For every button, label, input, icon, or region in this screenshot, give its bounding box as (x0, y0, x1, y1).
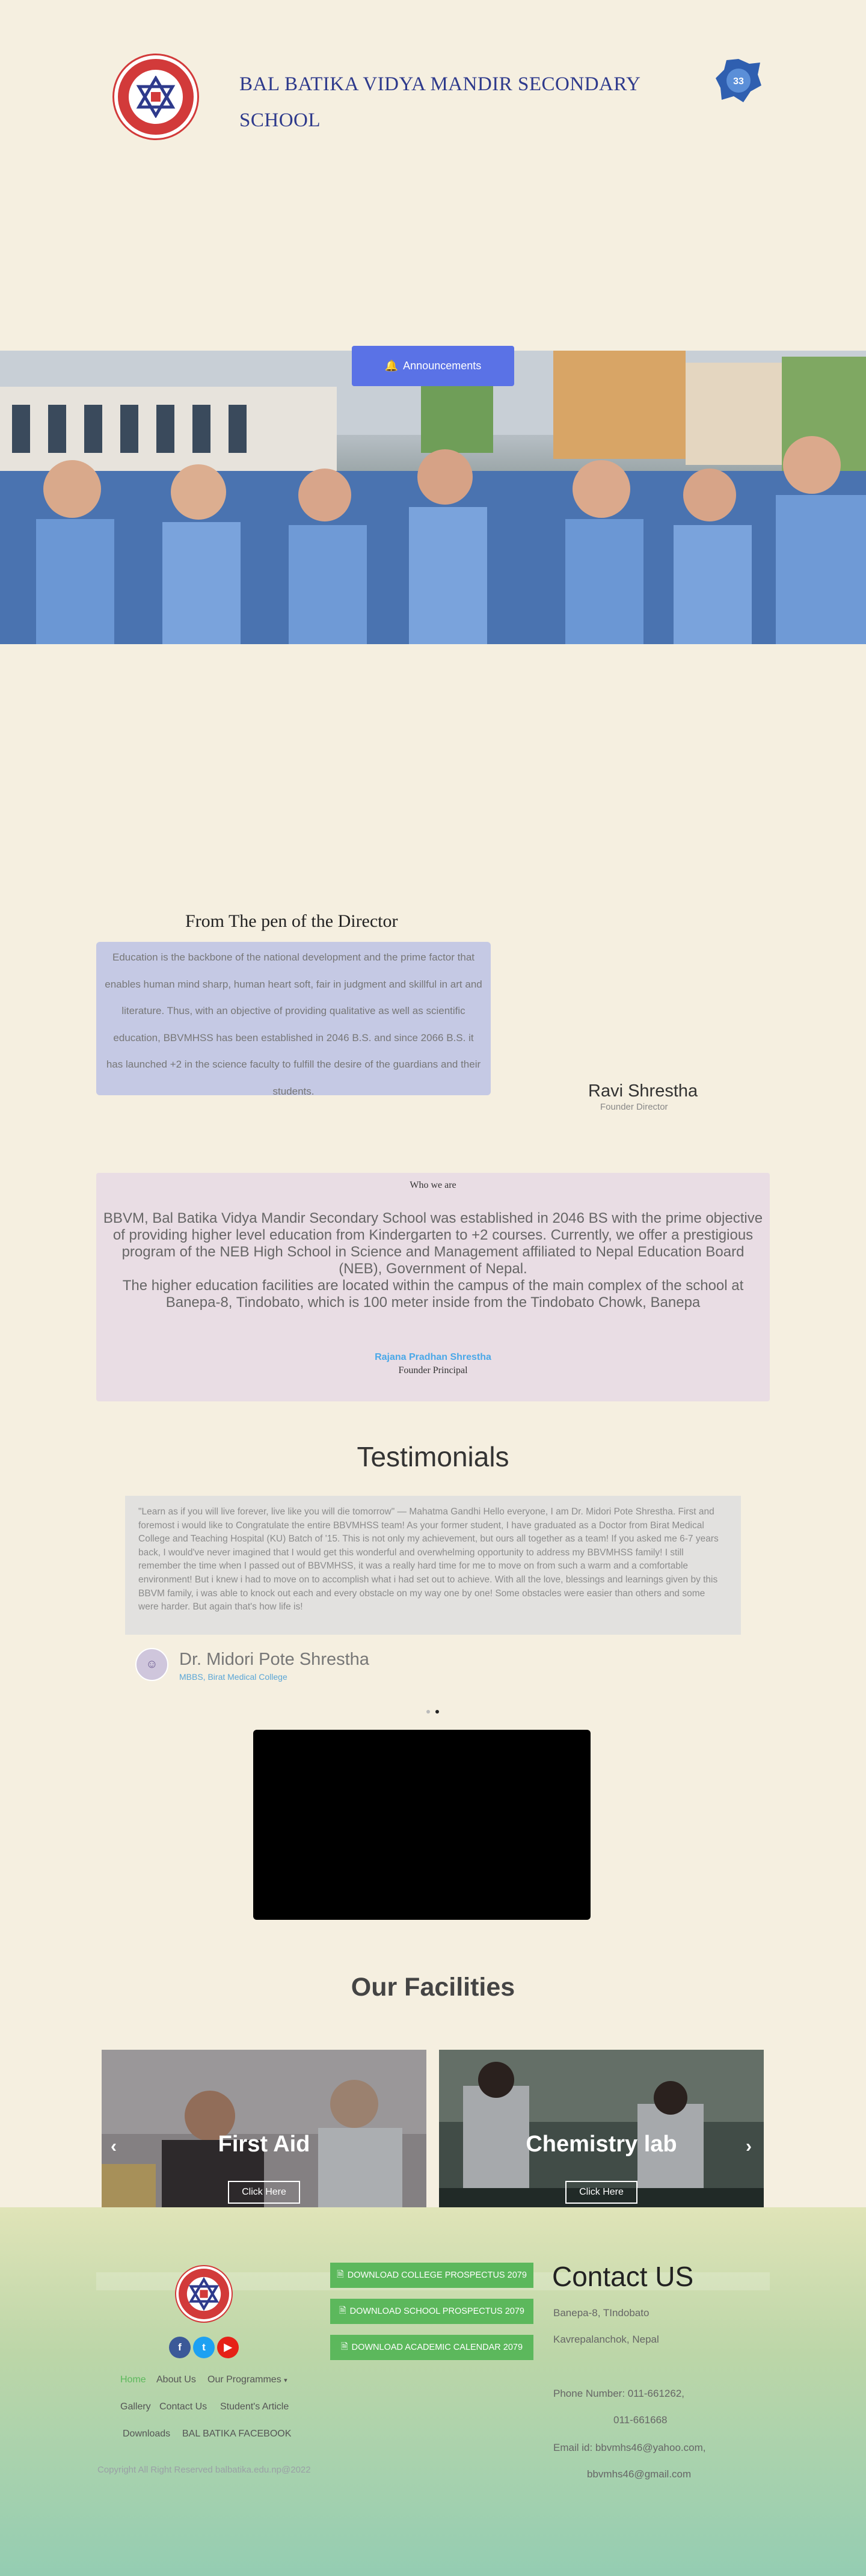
testimonial-quote: "Learn as if you will live forever, live… (138, 1507, 719, 1612)
download-label: DOWNLOAD COLLEGE PROSPECTUS 2079 (347, 2270, 527, 2280)
contact-address-2: Kavrepalanchok, Nepal (553, 2334, 659, 2345)
facility-click-button[interactable]: Click Here (565, 2181, 637, 2204)
download-label: DOWNLOAD SCHOOL PROSPECTUS 2079 (349, 2307, 524, 2316)
download-school-prospectus-button[interactable]: 🗎 DOWNLOAD SCHOOL PROSPECTUS 2079 (330, 2299, 533, 2324)
carousel-prev-icon[interactable]: ‹ (111, 2136, 117, 2157)
facility-title: First Aid (218, 2132, 310, 2157)
avatar: ☺ (135, 1648, 168, 1681)
video-player[interactable] (253, 1730, 591, 1920)
copyright: Copyright All Right Reserved balbatika.e… (97, 2465, 311, 2475)
nav-programmes[interactable]: Our Programmes ▾ (207, 2375, 287, 2385)
file-icon: 🗎 (340, 2341, 348, 2352)
contact-heading: Contact US (552, 2261, 694, 2292)
logo-star-icon (129, 70, 183, 124)
nav-about[interactable]: About Us (156, 2375, 196, 2385)
carousel-next-icon[interactable]: › (746, 2136, 752, 2157)
download-college-prospectus-button[interactable]: 🗎 DOWNLOAD COLLEGE PROSPECTUS 2079 (330, 2263, 533, 2288)
director-name: Ravi Shrestha (588, 1081, 698, 1101)
testimonial-quote-box: "Learn as if you will live forever, live… (125, 1496, 741, 1635)
nav-home[interactable]: Home (120, 2375, 146, 2385)
contact-address-1: Banepa-8, TIndobato (553, 2307, 650, 2319)
nav-facebook[interactable]: BAL BATIKA FACEBOOK (182, 2429, 291, 2439)
contact-phone-2: 011-661668 (613, 2414, 668, 2426)
nav-downloads[interactable]: Downloads (123, 2429, 170, 2439)
svg-text:33: 33 (733, 76, 744, 87)
principal-role: Founder Principal (398, 1365, 468, 1376)
hero-photo (0, 351, 866, 644)
facebook-icon[interactable]: f (169, 2337, 191, 2358)
contact-email-2[interactable]: bbvmhs46@gmail.com (587, 2468, 691, 2480)
principal-name: Rajana Pradhan Shrestha (375, 1352, 491, 1362)
nav-gallery[interactable]: Gallery (120, 2402, 151, 2412)
director-message: Education is the backbone of the nationa… (105, 951, 482, 1097)
bell-icon: 🔔 (384, 360, 399, 372)
facilities-heading: Our Facilities (351, 1973, 515, 2002)
contact-phone: Phone Number: 011-661262, (553, 2388, 685, 2399)
about-paragraph-1: BBVM, Bal Batika Vidya Mandir Secondary … (103, 1210, 763, 1277)
director-title: Founder Director (600, 1102, 668, 1112)
download-academic-calendar-button[interactable]: 🗎 DOWNLOAD ACADEMIC CALENDAR 2079 (330, 2335, 533, 2360)
announcements-label: Announcements (403, 360, 482, 372)
footer-logo[interactable] (176, 2266, 232, 2322)
director-heading: From The pen of the Director (185, 911, 398, 931)
about-paragraph-2: The higher education facilities are loca… (122, 1277, 744, 1311)
contact-email[interactable]: Email id: bbvmhs46@yahoo.com, (553, 2442, 705, 2454)
file-icon: 🗎 (339, 2305, 346, 2316)
nav-articles[interactable]: Student's Article (220, 2402, 289, 2412)
school-name: BAL BATIKA VIDYA MANDIR SECONDARY SCHOOL (239, 73, 640, 131)
announcements-button[interactable]: 🔔 Announcements (352, 346, 514, 386)
facility-click-button[interactable]: Click Here (228, 2181, 300, 2204)
testimonial-author-role: MBBS, Birat Medical College (179, 1672, 287, 1682)
testimonials-heading: Testimonials (357, 1441, 509, 1472)
file-icon: 🗎 (337, 2269, 344, 2279)
school-logo[interactable] (114, 55, 197, 138)
about-label: Who we are (410, 1180, 456, 1190)
testimonial-author-name: Dr. Midori Pote Shrestha (179, 1650, 369, 1669)
anniversary-badge-icon: 33 (714, 58, 763, 103)
director-message-box: Education is the backbone of the nationa… (96, 942, 491, 1097)
download-label: DOWNLOAD ACADEMIC CALENDAR 2079 (351, 2343, 523, 2352)
facility-title: Chemistry lab (526, 2132, 677, 2157)
about-text: BBVM, Bal Batika Vidya Mandir Secondary … (102, 1210, 764, 1311)
nav-programmes-label: Our Programmes (207, 2375, 281, 2385)
twitter-icon[interactable]: t (193, 2337, 215, 2358)
carousel-dot-active[interactable] (435, 1710, 439, 1714)
youtube-icon[interactable]: ▶ (217, 2337, 239, 2358)
nav-contact[interactable]: Contact Us (159, 2402, 207, 2412)
about-section: Who we are BBVM, Bal Batika Vidya Mandir… (96, 1173, 770, 1401)
carousel-dot[interactable] (426, 1710, 430, 1714)
chevron-down-icon: ▾ (284, 2377, 287, 2384)
